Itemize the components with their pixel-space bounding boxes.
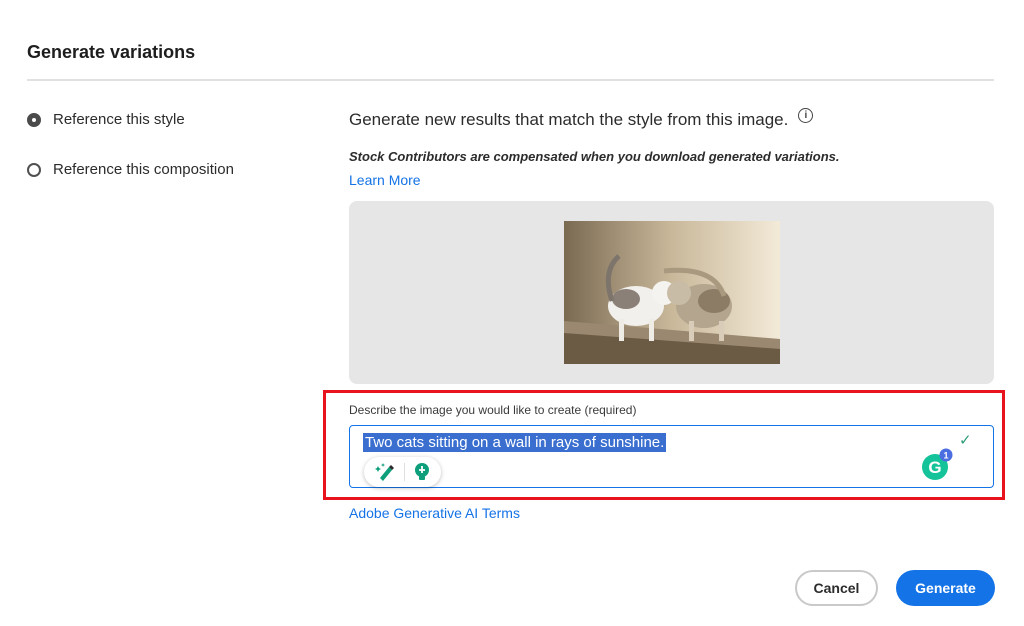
info-icon[interactable]: i bbox=[798, 107, 814, 123]
contributor-notice: Stock Contributors are compensated when … bbox=[349, 149, 840, 164]
reference-image-panel bbox=[349, 201, 994, 384]
prompt-value[interactable]: Two cats sitting on a wall in rays of su… bbox=[363, 433, 667, 452]
magic-pen-icon[interactable] bbox=[374, 462, 396, 482]
reference-image bbox=[564, 221, 780, 364]
divider bbox=[27, 79, 994, 81]
svg-text:G: G bbox=[928, 458, 941, 477]
prompt-tools bbox=[364, 457, 441, 487]
radio-label-style: Reference this style bbox=[53, 111, 185, 128]
generate-button[interactable]: Generate bbox=[896, 570, 995, 606]
radio-checked-icon[interactable] bbox=[27, 112, 41, 127]
style-description: Generate new results that match the styl… bbox=[349, 107, 814, 130]
prompt-label: Describe the image you would like to cre… bbox=[349, 403, 637, 417]
dialog-title: Generate variations bbox=[27, 42, 196, 62]
description-text: Generate new results that match the styl… bbox=[349, 110, 789, 129]
learn-more-link[interactable]: Learn More bbox=[349, 172, 421, 188]
radio-reference-style[interactable]: Reference this style bbox=[27, 111, 185, 128]
grammarly-icon[interactable]: G 1 bbox=[920, 448, 954, 482]
radio-unchecked-icon[interactable] bbox=[27, 162, 41, 177]
radio-reference-composition[interactable]: Reference this composition bbox=[27, 161, 234, 178]
cancel-button[interactable]: Cancel bbox=[795, 570, 878, 606]
radio-label-composition: Reference this composition bbox=[53, 161, 234, 178]
pill-divider bbox=[404, 463, 405, 481]
lightbulb-icon[interactable] bbox=[413, 462, 431, 482]
grammarly-badge-count: 1 bbox=[943, 451, 948, 461]
generative-ai-terms-link[interactable]: Adobe Generative AI Terms bbox=[349, 505, 520, 521]
check-icon: ✓ bbox=[959, 432, 972, 449]
